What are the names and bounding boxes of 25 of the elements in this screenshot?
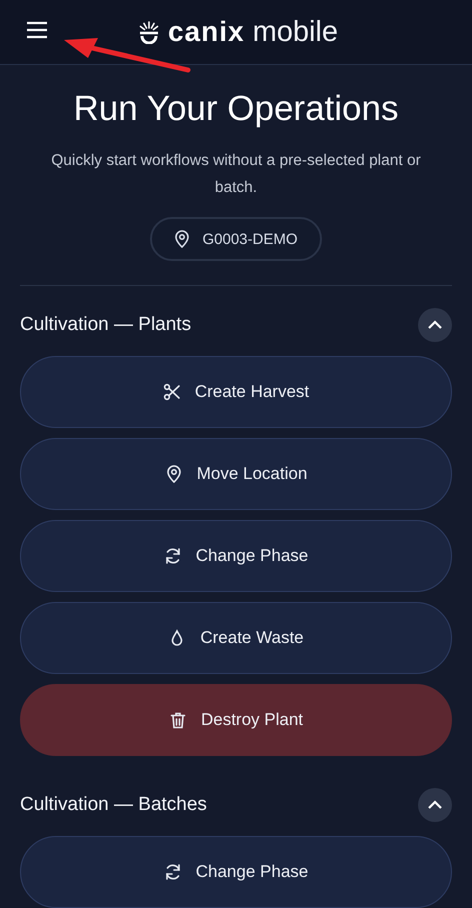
product-name: mobile [252,16,338,48]
scissors-icon [162,383,181,401]
refresh-icon [164,547,182,565]
section-title: Cultivation — Batches [20,794,207,816]
brand-name: canix [168,16,245,48]
menu-button[interactable] [24,19,50,41]
location-pin-icon [174,230,190,248]
collapse-toggle[interactable] [418,788,452,822]
location-chip[interactable]: G0003-DEMO [150,217,322,261]
collapse-toggle[interactable] [418,308,452,342]
sun-logo-icon [138,20,160,44]
page-title: Run Your Operations [72,89,400,129]
action-button[interactable]: Move Location [20,438,452,510]
trash-icon [168,711,187,729]
section-title: Cultivation — Plants [20,314,192,336]
page-subtitle: Quickly start workflows without a pre-selected plant or batch. [50,151,422,198]
chevron-up-icon [427,320,443,330]
action-button[interactable]: Create Harvest [20,356,452,428]
action-button[interactable]: Change Phase [20,836,452,908]
chevron-up-icon [427,800,443,810]
action-button[interactable]: Change Phase [20,520,452,592]
refresh-icon [164,863,182,881]
destroy-button[interactable]: Destroy Plant [20,684,452,756]
action-button[interactable]: Create Waste [20,602,452,674]
location-pin-icon [164,465,183,483]
